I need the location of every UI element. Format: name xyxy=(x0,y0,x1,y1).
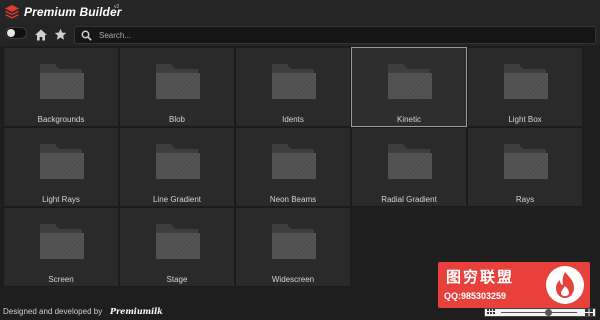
zoom-bar xyxy=(484,308,596,317)
preset-tile[interactable]: Backgrounds xyxy=(3,47,119,127)
preset-label: Widescreen xyxy=(271,275,315,284)
watermark-title: 图穷联盟 xyxy=(446,269,515,286)
folder-icon xyxy=(388,64,432,99)
star-icon[interactable] xyxy=(54,28,67,41)
credit-text: Designed and developed by xyxy=(3,307,103,316)
watermark-qq: QQ:985303259 xyxy=(444,291,507,301)
preset-label: Backgrounds xyxy=(37,115,85,124)
search-box[interactable] xyxy=(74,26,596,44)
folder-icon xyxy=(40,64,84,99)
preset-label: Light Box xyxy=(508,115,542,124)
preset-label: Idents xyxy=(282,115,304,124)
folder-icon xyxy=(504,64,548,99)
preset-tile[interactable]: Idents xyxy=(235,47,351,127)
preset-label: Radial Gradient xyxy=(381,195,437,204)
preset-tile[interactable]: Blob xyxy=(119,47,235,127)
folder-icon xyxy=(156,224,200,259)
folder-icon xyxy=(156,64,200,99)
watermark-tag: cn/ xyxy=(572,291,582,298)
preset-tile[interactable]: Widescreen xyxy=(235,207,351,287)
zoom-slider-track[interactable] xyxy=(501,312,577,313)
home-icon[interactable] xyxy=(34,28,48,42)
folder-icon xyxy=(156,144,200,179)
zoom-slider-thumb[interactable] xyxy=(544,309,552,316)
search-icon xyxy=(81,30,92,41)
layers-icon xyxy=(5,5,19,19)
folder-icon xyxy=(388,144,432,179)
folder-icon xyxy=(272,144,316,179)
preset-grid: Backgrounds Blob Idents Kinetic Light Box Lig… xyxy=(3,47,587,289)
preset-tile[interactable]: Stage xyxy=(119,207,235,287)
preset-label: Light Rays xyxy=(42,195,80,204)
preset-label: Kinetic xyxy=(396,115,421,124)
preset-label: Line Gradient xyxy=(152,195,202,204)
search-input[interactable] xyxy=(99,28,589,42)
mode-toggle[interactable] xyxy=(5,27,27,39)
preset-tile[interactable]: Kinetic xyxy=(351,47,467,127)
preset-tile[interactable]: Rays xyxy=(467,127,583,207)
preset-label: Rays xyxy=(515,195,535,204)
folder-icon xyxy=(40,224,84,259)
preset-tile[interactable]: Light Box xyxy=(467,47,583,127)
preset-label: Stage xyxy=(166,275,188,284)
toggle-knob[interactable] xyxy=(7,29,15,37)
preset-tile[interactable]: Screen xyxy=(3,207,119,287)
large-grid-icon[interactable] xyxy=(585,309,593,316)
flame-logo-icon xyxy=(546,266,584,304)
preset-tile[interactable]: Neon Beams xyxy=(235,127,351,207)
preset-tile[interactable]: Light Rays xyxy=(3,127,119,207)
preset-label: Neon Beams xyxy=(269,195,317,204)
preset-label: Blob xyxy=(168,115,185,124)
folder-icon xyxy=(272,224,316,259)
preset-tile[interactable]: Radial Gradient xyxy=(351,127,467,207)
watermark-badge: 图穷联盟 QQ:985303259 xyxy=(438,262,590,308)
app-header: Premium Builder v2 xyxy=(0,0,600,24)
preset-tile[interactable]: Line Gradient xyxy=(119,127,235,207)
folder-icon xyxy=(40,144,84,179)
credit-brand[interactable]: Premiumilk xyxy=(110,306,163,316)
app-version: v2 xyxy=(114,4,120,10)
small-grid-icon[interactable] xyxy=(487,309,495,316)
folder-icon xyxy=(504,144,548,179)
folder-icon xyxy=(272,64,316,99)
preset-label: Screen xyxy=(48,275,74,284)
app-title: Premium Builder xyxy=(24,5,122,19)
